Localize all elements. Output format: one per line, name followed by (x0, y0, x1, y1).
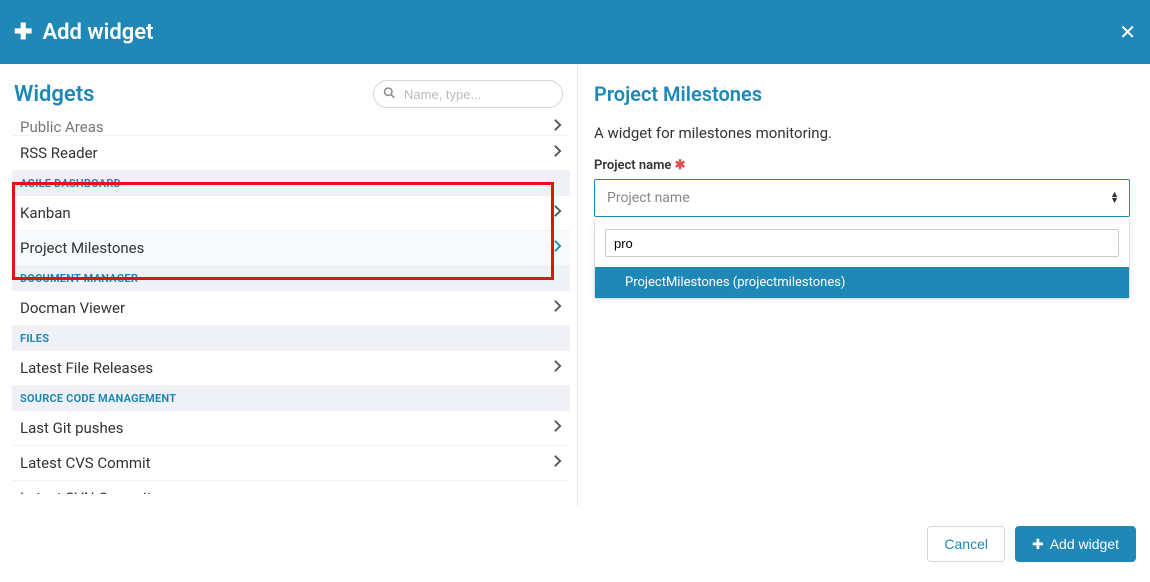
detail-title: Project Milestones (594, 82, 1130, 106)
chevron-right-icon (553, 299, 562, 317)
modal-header: ✚ Add widget ✕ (0, 0, 1150, 64)
category-header: DOCUMENT MANAGER (12, 266, 570, 291)
widget-item[interactable]: Latest File Releases (12, 351, 570, 386)
widget-item[interactable]: Latest SVN Commits (12, 481, 570, 494)
required-asterisk: ✱ (675, 158, 686, 173)
modal-title: ✚ Add widget (14, 20, 153, 45)
field-label-text: Project name (594, 158, 671, 173)
chevron-right-icon (553, 419, 562, 437)
dropdown-search-input[interactable] (605, 229, 1119, 257)
close-icon[interactable]: ✕ (1119, 20, 1136, 44)
dropdown-option-label: ProjectMilestones (projectmilestones) (625, 275, 845, 290)
widget-item[interactable]: Public Areas (12, 118, 570, 136)
widget-item-selected[interactable]: Project Milestones (12, 231, 570, 266)
chevron-right-icon (553, 204, 562, 222)
modal-footer: Cancel ✚ Add widget (0, 506, 1150, 582)
project-name-select[interactable]: Project name ▲▼ (594, 179, 1130, 217)
widget-detail-panel: Project Milestones A widget for mileston… (578, 64, 1150, 506)
widget-item[interactable]: RSS Reader (12, 136, 570, 171)
modal-title-text: Add widget (42, 20, 153, 45)
dropdown-option[interactable]: ProjectMilestones (projectmilestones) (595, 267, 1129, 298)
chevron-right-icon (553, 239, 562, 257)
widget-item[interactable]: Docman Viewer (12, 291, 570, 326)
sort-arrows-icon: ▲▼ (1110, 192, 1119, 204)
add-widget-button[interactable]: ✚ Add widget (1015, 526, 1136, 562)
plus-icon: ✚ (14, 20, 32, 45)
widget-item-label: Docman Viewer (20, 299, 125, 317)
chevron-right-icon (553, 454, 562, 472)
widgets-panel: Widgets Public Areas RSS Reader AGILE DA… (0, 64, 578, 506)
widget-item[interactable]: Last Git pushes (12, 411, 570, 446)
widgets-heading: Widgets (14, 82, 94, 107)
dropdown-panel: ProjectMilestones (projectmilestones) (594, 219, 1130, 299)
category-header: SOURCE CODE MANAGEMENT (12, 386, 570, 411)
modal-body: Widgets Public Areas RSS Reader AGILE DA… (0, 64, 1150, 506)
widget-item-label: Project Milestones (20, 239, 144, 257)
field-label: Project name ✱ (594, 158, 1130, 173)
widget-item-label: Last Git pushes (20, 419, 124, 437)
select-placeholder: Project name (607, 190, 690, 206)
detail-description: A widget for milestones monitoring. (594, 124, 1130, 142)
search-wrap (373, 80, 563, 108)
chevron-right-icon (553, 118, 562, 136)
widget-item-label: Public Areas (20, 118, 104, 136)
widget-item-label: Latest CVS Commit (20, 454, 151, 472)
cancel-button-label: Cancel (944, 536, 988, 552)
widget-item-label: Kanban (20, 204, 71, 222)
search-input[interactable] (373, 80, 563, 108)
widget-item[interactable]: Kanban (12, 196, 570, 231)
chevron-right-icon (553, 144, 562, 162)
widget-item[interactable]: Latest CVS Commit (12, 446, 570, 481)
cancel-button[interactable]: Cancel (927, 526, 1005, 562)
dropdown-search-wrap (595, 219, 1129, 267)
plus-icon: ✚ (1032, 536, 1044, 553)
category-header: AGILE DASHBOARD (12, 171, 570, 196)
widget-item-label: Latest SVN Commits (20, 489, 159, 494)
category-header: FILES (12, 326, 570, 351)
widgets-heading-row: Widgets (0, 64, 577, 118)
add-widget-button-label: Add widget (1050, 536, 1119, 552)
widget-item-label: Latest File Releases (20, 359, 153, 377)
search-icon (383, 87, 395, 102)
widget-item-label: RSS Reader (20, 144, 98, 162)
widgets-list[interactable]: Public Areas RSS Reader AGILE DASHBOARD … (12, 118, 570, 494)
chevron-right-icon (553, 359, 562, 377)
